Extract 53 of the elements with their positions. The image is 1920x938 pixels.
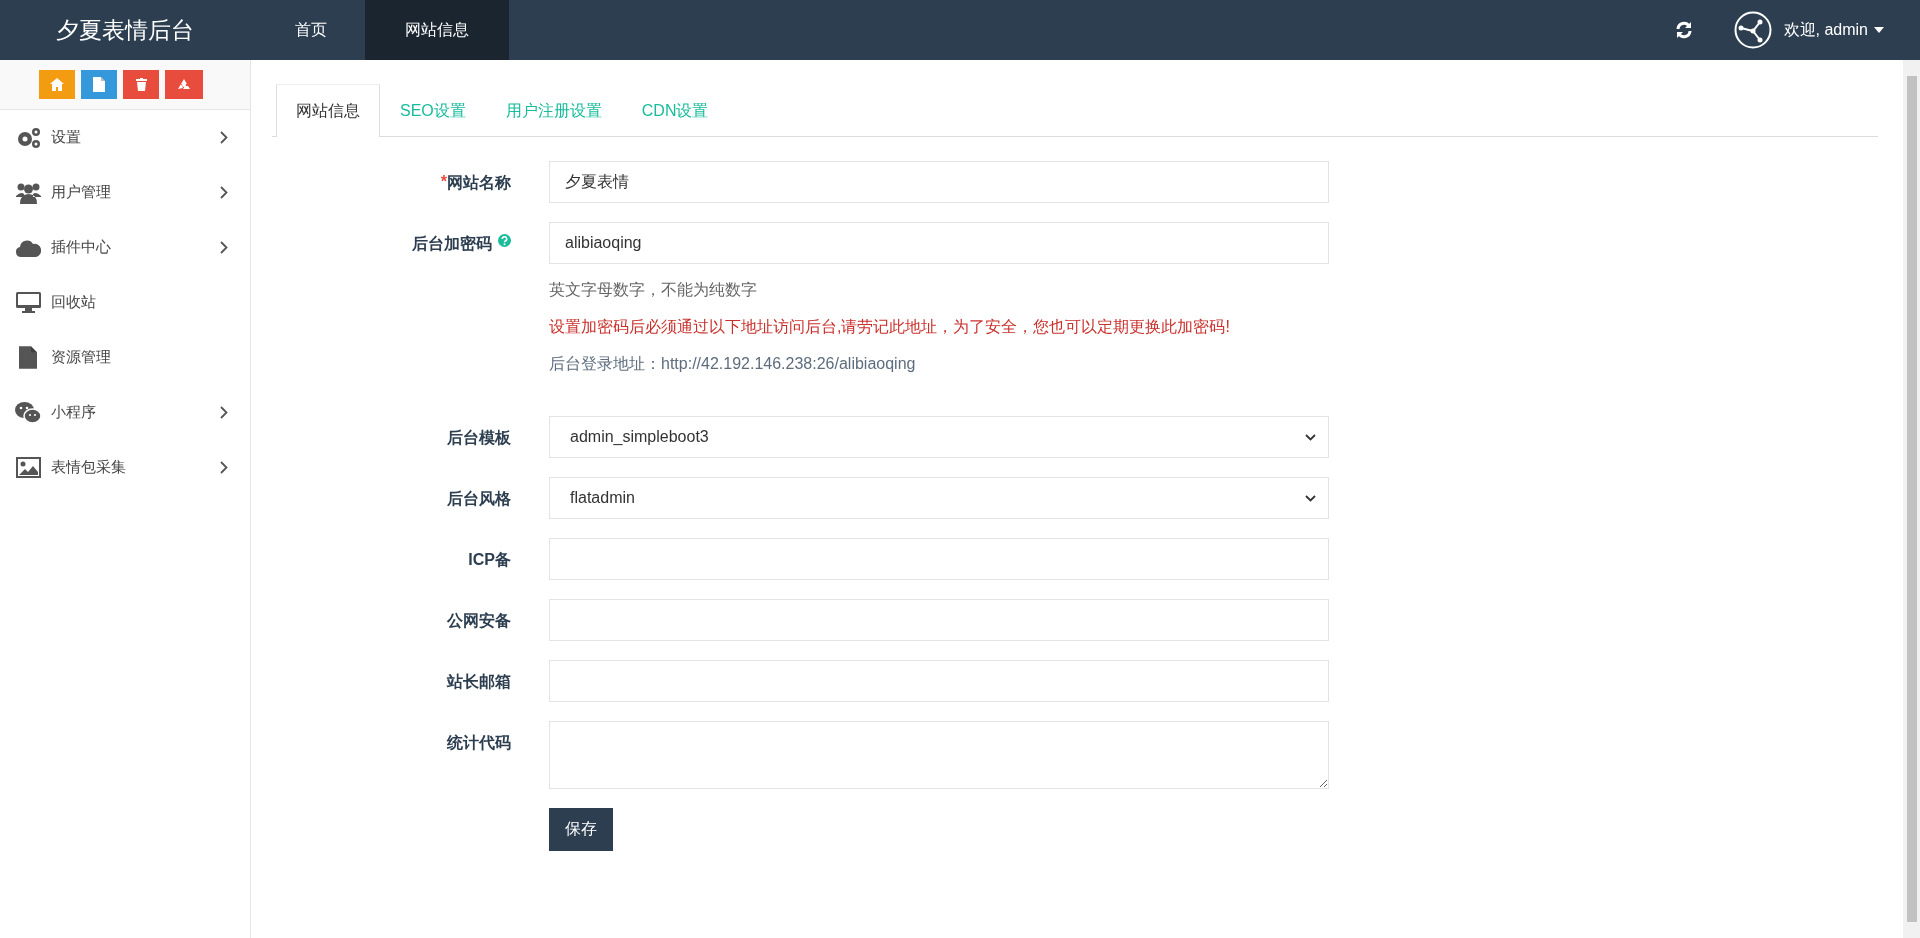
field-label: 站长邮箱 <box>447 672 511 692</box>
caret-icon <box>1874 27 1884 33</box>
refresh-icon[interactable] <box>1674 21 1693 39</box>
trash-button[interactable] <box>123 70 159 99</box>
sidebar-item[interactable]: 插件中心 <box>51 238 210 257</box>
info-text: 后台登录地址：http://42.192.146.238:26/alibiaoqing <box>549 354 917 374</box>
image-icon <box>15 457 41 478</box>
field-label: 统计代码 <box>447 733 511 753</box>
text-field[interactable] <box>549 538 1329 580</box>
site-logo-text: 夕夏表情后台 <box>56 15 194 45</box>
home-icon <box>50 78 64 91</box>
text-field[interactable] <box>549 660 1329 702</box>
tab[interactable]: 网站信息 <box>276 84 380 137</box>
help-icon[interactable] <box>498 234 511 247</box>
sidebar-item[interactable]: 资源管理 <box>51 348 228 367</box>
trash-icon <box>135 78 147 91</box>
field-label: ICP备 <box>468 550 511 570</box>
chevron-down-icon <box>1305 433 1316 441</box>
field-label: 后台加密码 <box>412 234 492 254</box>
file-icon <box>93 77 105 92</box>
avatar-icon[interactable] <box>1733 11 1772 49</box>
warning-text: 设置加密码后必须通过以下地址访问后台,请劳记此地址，为了安全，您也可以定期更换此加密码! <box>549 317 1231 337</box>
sidebar-item[interactable]: 设置 <box>51 128 210 147</box>
text-field[interactable] <box>549 599 1329 641</box>
sidebar-item[interactable]: 用户管理 <box>51 183 210 202</box>
field-label: 网站名称 <box>447 173 511 193</box>
hint-text: 英文字母数字，不能为纯数字 <box>549 280 758 300</box>
sidebar-item[interactable]: 回收站 <box>51 293 228 312</box>
scrollbar[interactable] <box>1903 60 1920 938</box>
recycle-button[interactable] <box>165 70 203 99</box>
file-button[interactable] <box>81 70 117 99</box>
sidebar-item[interactable]: 小程序 <box>51 403 210 422</box>
chevron-down-icon <box>1305 494 1316 502</box>
field-label: 后台模板 <box>447 428 511 448</box>
monitor-icon <box>15 292 41 313</box>
field-label: 后台风格 <box>447 489 511 509</box>
chat-bubbles-icon <box>15 401 41 424</box>
select-field[interactable]: flatadmin <box>549 477 1329 519</box>
save-button[interactable]: 保存 <box>549 808 613 851</box>
textarea-field[interactable] <box>549 721 1329 789</box>
text-field[interactable]: alibiaoqing <box>549 222 1329 264</box>
user-menu[interactable]: 欢迎, admin <box>1783 19 1884 41</box>
nav-link[interactable]: 网站信息 <box>365 0 509 60</box>
home-button[interactable] <box>39 70 75 99</box>
select-field[interactable]: admin_simpleboot3 <box>549 416 1329 458</box>
field-label: 公网安备 <box>447 611 511 631</box>
nav-link[interactable]: 首页 <box>250 0 365 60</box>
file-icon <box>19 346 37 369</box>
gears-icon <box>15 126 41 149</box>
text-field[interactable]: 夕夏表情 <box>549 161 1329 203</box>
users-icon <box>15 181 41 204</box>
sidebar-item[interactable]: 表情包采集 <box>51 458 210 477</box>
required-asterisk: * <box>440 173 447 190</box>
